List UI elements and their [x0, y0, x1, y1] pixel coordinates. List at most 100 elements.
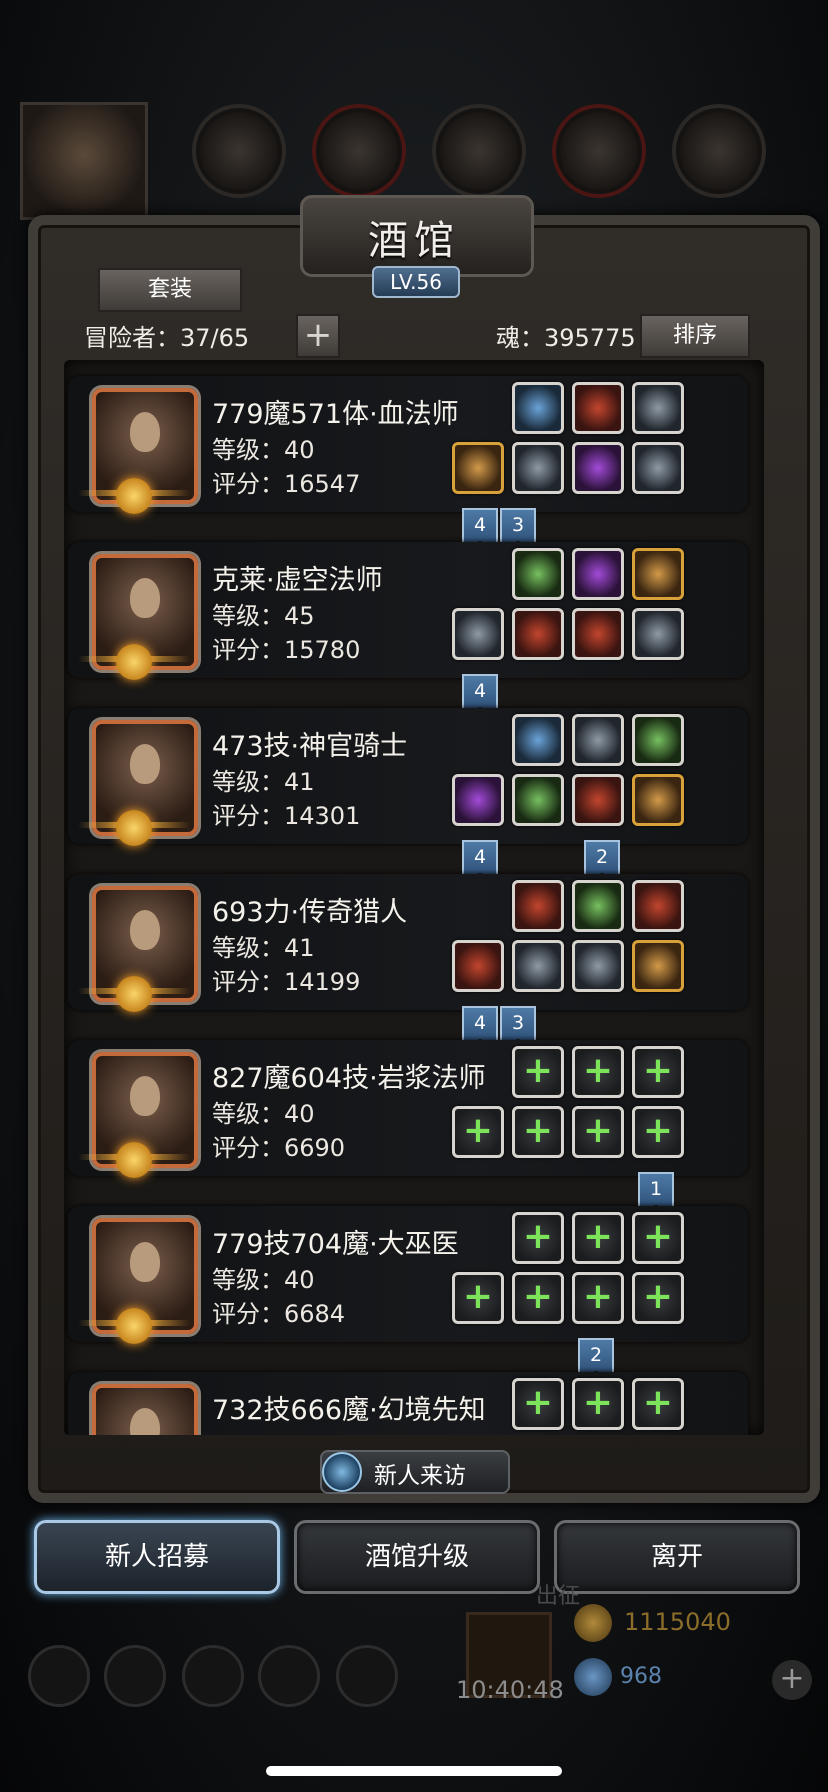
add-slot-button[interactable]: + — [296, 314, 340, 358]
equip-slot[interactable] — [512, 608, 564, 660]
hero-face-icon — [130, 578, 160, 618]
hero-name: 克莱·虚空法师 — [212, 565, 383, 596]
equip-slot[interactable] — [452, 774, 504, 826]
hero-name: 827魔604技·岩浆法师 — [212, 1063, 486, 1094]
empty-equip-slot[interactable] — [572, 1378, 624, 1430]
panel-title: 酒馆 — [368, 218, 460, 264]
equip-slot[interactable] — [572, 442, 624, 494]
hero-portrait[interactable] — [92, 1384, 198, 1435]
mail-icon — [258, 1645, 320, 1707]
rank-badge-icon — [116, 976, 152, 1012]
hero-face-icon — [130, 910, 160, 950]
adventurer-count: 冒险者：37/65 — [84, 324, 250, 352]
gem-icon — [574, 1658, 612, 1696]
hero-level: 等级：41 — [212, 934, 315, 962]
hero-card[interactable]: 827魔604技·岩浆法师 等级：40 评分：6690 — [68, 1040, 748, 1178]
hero-name: 779魔571体·血法师 — [212, 399, 459, 430]
equip-slot[interactable] — [632, 714, 684, 766]
stone-icon — [432, 104, 526, 198]
meat-icon — [192, 104, 286, 198]
rank-badge-icon — [116, 644, 152, 680]
equip-slot[interactable] — [452, 608, 504, 660]
equip-slot[interactable] — [632, 548, 684, 600]
tavern-level-badge: LV.56 — [372, 266, 460, 298]
equip-slot[interactable] — [512, 940, 564, 992]
empty-equip-slot[interactable] — [452, 1106, 504, 1158]
leave-button[interactable]: 离开 — [554, 1520, 800, 1594]
add-currency-icon: + — [772, 1660, 812, 1700]
hero-card[interactable]: 779技704魔·大巫医 等级：40 评分：6684 — [68, 1206, 748, 1344]
hero-list[interactable]: 779魔571体·血法师 等级：40 评分：16547 4 3 克莱·虚空法师 等级：45 评… — [64, 360, 764, 1435]
hero-score: 评分：16547 — [212, 470, 361, 498]
rank-badge-icon — [116, 478, 152, 514]
gold-coin-icon — [574, 1604, 612, 1642]
empty-equip-slot[interactable] — [512, 1272, 564, 1324]
hero-card[interactable]: 779魔571体·血法师 等级：40 评分：16547 — [68, 376, 748, 514]
equip-slot[interactable] — [632, 442, 684, 494]
hero-level: 等级：41 — [212, 768, 315, 796]
hero-level: 等级：40 — [212, 1100, 315, 1128]
equip-slot[interactable] — [632, 774, 684, 826]
equip-slot[interactable] — [512, 548, 564, 600]
clock-time: 10:40:48 — [456, 1676, 564, 1704]
hero-score: 评分：14199 — [212, 968, 361, 996]
equip-slot[interactable] — [572, 548, 624, 600]
settings-icon — [28, 1645, 90, 1707]
equip-slot[interactable] — [452, 442, 504, 494]
equip-slot[interactable] — [512, 714, 564, 766]
hero-card[interactable]: 克莱·虚空法师 等级：45 评分：15780 — [68, 542, 748, 680]
rank-badge-icon — [116, 1308, 152, 1344]
hero-level: 等级：40 — [212, 436, 315, 464]
hero-score: 评分：6684 — [212, 1300, 346, 1328]
equip-slot[interactable] — [632, 940, 684, 992]
equip-slot[interactable] — [572, 880, 624, 932]
empty-equip-slot[interactable] — [632, 1212, 684, 1264]
player-avatar[interactable] — [20, 102, 148, 220]
soul-count: 魂：395775 — [496, 324, 636, 352]
empty-equip-slot[interactable] — [512, 1212, 564, 1264]
home-indicator[interactable] — [266, 1766, 562, 1776]
gold-amount: 1115040 — [624, 1608, 731, 1636]
equip-slot[interactable] — [452, 940, 504, 992]
hero-face-icon — [130, 1076, 160, 1116]
recruit-button[interactable]: 新人招募 — [34, 1520, 280, 1594]
empty-equip-slot[interactable] — [512, 1106, 564, 1158]
empty-equip-slot[interactable] — [572, 1212, 624, 1264]
empty-equip-slot[interactable] — [632, 1378, 684, 1430]
set-button[interactable]: 套装 — [98, 268, 242, 312]
equip-slot[interactable] — [632, 880, 684, 932]
hero-card[interactable]: 732技666魔·幻境先知 — [68, 1372, 748, 1435]
star-icon — [104, 1645, 166, 1707]
equip-slot[interactable] — [572, 940, 624, 992]
hero-card[interactable]: 473技·神官骑士 等级：41 评分：14301 — [68, 708, 748, 846]
empty-equip-slot[interactable] — [572, 1046, 624, 1098]
hero-face-icon — [130, 1242, 160, 1282]
equip-slot[interactable] — [512, 382, 564, 434]
empty-equip-slot[interactable] — [632, 1046, 684, 1098]
empty-equip-slot[interactable] — [452, 1272, 504, 1324]
hero-face-icon — [130, 744, 160, 784]
rank-badge-icon — [116, 1142, 152, 1178]
new-visitor-label: 新人来访 — [374, 1463, 466, 1489]
hero-card[interactable]: 693力·传奇猎人 等级：41 评分：14199 — [68, 874, 748, 1012]
iron-icon — [672, 104, 766, 198]
tavern-upgrade-button[interactable]: 酒馆升级 — [294, 1520, 540, 1594]
equip-slot[interactable] — [572, 774, 624, 826]
empty-equip-slot[interactable] — [512, 1378, 564, 1430]
equip-slot[interactable] — [512, 880, 564, 932]
empty-equip-slot[interactable] — [572, 1106, 624, 1158]
equip-slot[interactable] — [632, 608, 684, 660]
empty-equip-slot[interactable] — [512, 1046, 564, 1098]
empty-equip-slot[interactable] — [632, 1272, 684, 1324]
equip-slot[interactable] — [572, 714, 624, 766]
hero-name: 473技·神官骑士 — [212, 731, 408, 762]
empty-equip-slot[interactable] — [572, 1272, 624, 1324]
equip-slot[interactable] — [512, 774, 564, 826]
equip-slot[interactable] — [632, 382, 684, 434]
equip-slot[interactable] — [512, 442, 564, 494]
sort-button[interactable]: 排序 — [640, 314, 750, 358]
equip-slot[interactable] — [572, 608, 624, 660]
empty-equip-slot[interactable] — [632, 1106, 684, 1158]
hero-level: 等级：40 — [212, 1266, 315, 1294]
equip-slot[interactable] — [572, 382, 624, 434]
